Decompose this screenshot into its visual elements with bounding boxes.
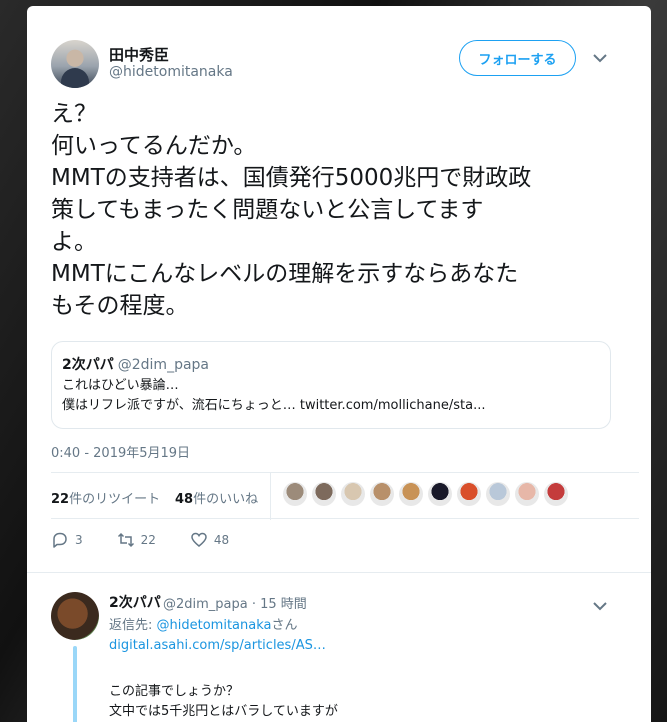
quoted-text-line-1: これはひどい暴論… xyxy=(62,378,179,393)
liker-avatar[interactable] xyxy=(370,482,394,506)
liker-avatar[interactable] xyxy=(457,482,481,506)
divider xyxy=(51,472,639,473)
author-display-name[interactable]: 田中秀臣 xyxy=(109,44,169,65)
reply-icon xyxy=(53,532,67,548)
divider xyxy=(51,518,639,519)
retweets-label: 件のリツイート xyxy=(69,492,161,507)
quoted-tweet[interactable]: 2次パパ @2dim_papa これはひどい暴論… 僕はリフレ派ですが、流石にちょ… xyxy=(51,341,611,429)
reply-link[interactable]: digital.asahi.com/sp/articles/AS… xyxy=(109,638,326,653)
reply-text-line-2: 文中では5千兆円とはバラしていますが xyxy=(109,704,338,719)
reply-author-avatar[interactable] xyxy=(51,592,99,640)
retweets-count: 22 xyxy=(51,492,70,507)
reply-to-suffix: さん xyxy=(271,618,298,633)
heart-icon xyxy=(191,532,207,547)
reply-action[interactable]: 3 xyxy=(51,530,83,550)
reply-text-line-1: この記事でしょうか？ xyxy=(109,684,240,699)
follow-button[interactable]: フォローする xyxy=(459,40,576,76)
reply-to-handle[interactable]: @hidetomitanaka xyxy=(157,618,272,633)
liker-avatar[interactable] xyxy=(341,482,365,506)
stats-separator xyxy=(270,472,271,520)
reply-separator xyxy=(27,572,651,573)
liker-avatar[interactable] xyxy=(399,482,423,506)
tweet-header: 田中秀臣 @hidetomitanaka フォローする xyxy=(51,40,631,96)
liker-avatars xyxy=(283,482,568,506)
retweet-action[interactable]: 22 xyxy=(117,530,156,550)
chevron-down-icon[interactable] xyxy=(592,600,608,612)
like-count: 48 xyxy=(213,533,230,547)
retweets-stat[interactable]: 22件のリツイート xyxy=(51,488,160,507)
retweet-icon xyxy=(117,532,134,548)
liker-avatar[interactable] xyxy=(428,482,452,506)
chevron-down-icon[interactable] xyxy=(592,52,608,64)
reply-author-name[interactable]: 2次パパ xyxy=(109,592,161,612)
reply-meta: @2dim_papa · 15 時間 xyxy=(163,597,307,612)
like-action[interactable]: 48 xyxy=(190,530,229,550)
likes-count: 48 xyxy=(175,492,194,507)
liker-avatar[interactable] xyxy=(544,482,568,506)
tweet-text: え？ 何いってるんだか。 MMTの支持者は、国債発行5000兆円で財政政 策して… xyxy=(51,101,532,319)
quoted-author-name: 2次パパ xyxy=(62,357,114,373)
liker-avatar[interactable] xyxy=(486,482,510,506)
reply-tweet[interactable]: 2次パパ @2dim_papa · 15 時間 返信先: @hidetomita… xyxy=(51,592,631,722)
tweet-actions: 3 22 48 xyxy=(51,530,263,550)
liker-avatar[interactable] xyxy=(515,482,539,506)
tweet-stats: 22件のリツイート 48件のいいね xyxy=(51,472,641,522)
retweet-count: 22 xyxy=(140,533,156,547)
tweet-timestamp[interactable]: 0:40 - 2019年5月19日 xyxy=(51,442,190,461)
author-handle[interactable]: @hidetomitanaka xyxy=(109,64,233,80)
reply-count: 3 xyxy=(75,533,83,547)
liker-avatar[interactable] xyxy=(283,482,307,506)
likes-stat[interactable]: 48件のいいね xyxy=(175,488,258,507)
tweet-modal: 田中秀臣 @hidetomitanaka フォローする え？ 何いってるんだか。… xyxy=(27,6,651,722)
author-avatar[interactable] xyxy=(51,40,99,88)
liker-avatar[interactable] xyxy=(312,482,336,506)
reply-to: 返信先: @hidetomitanakaさん xyxy=(109,614,298,633)
quoted-text-line-2: 僕はリフレ派ですが、流石にちょっと… twitter.com/mollichan… xyxy=(62,398,486,413)
reply-to-prefix: 返信先: xyxy=(109,618,157,633)
quoted-author-handle: @2dim_papa xyxy=(117,357,210,373)
thread-line xyxy=(73,646,77,722)
likes-label: 件のいいね xyxy=(193,492,259,507)
